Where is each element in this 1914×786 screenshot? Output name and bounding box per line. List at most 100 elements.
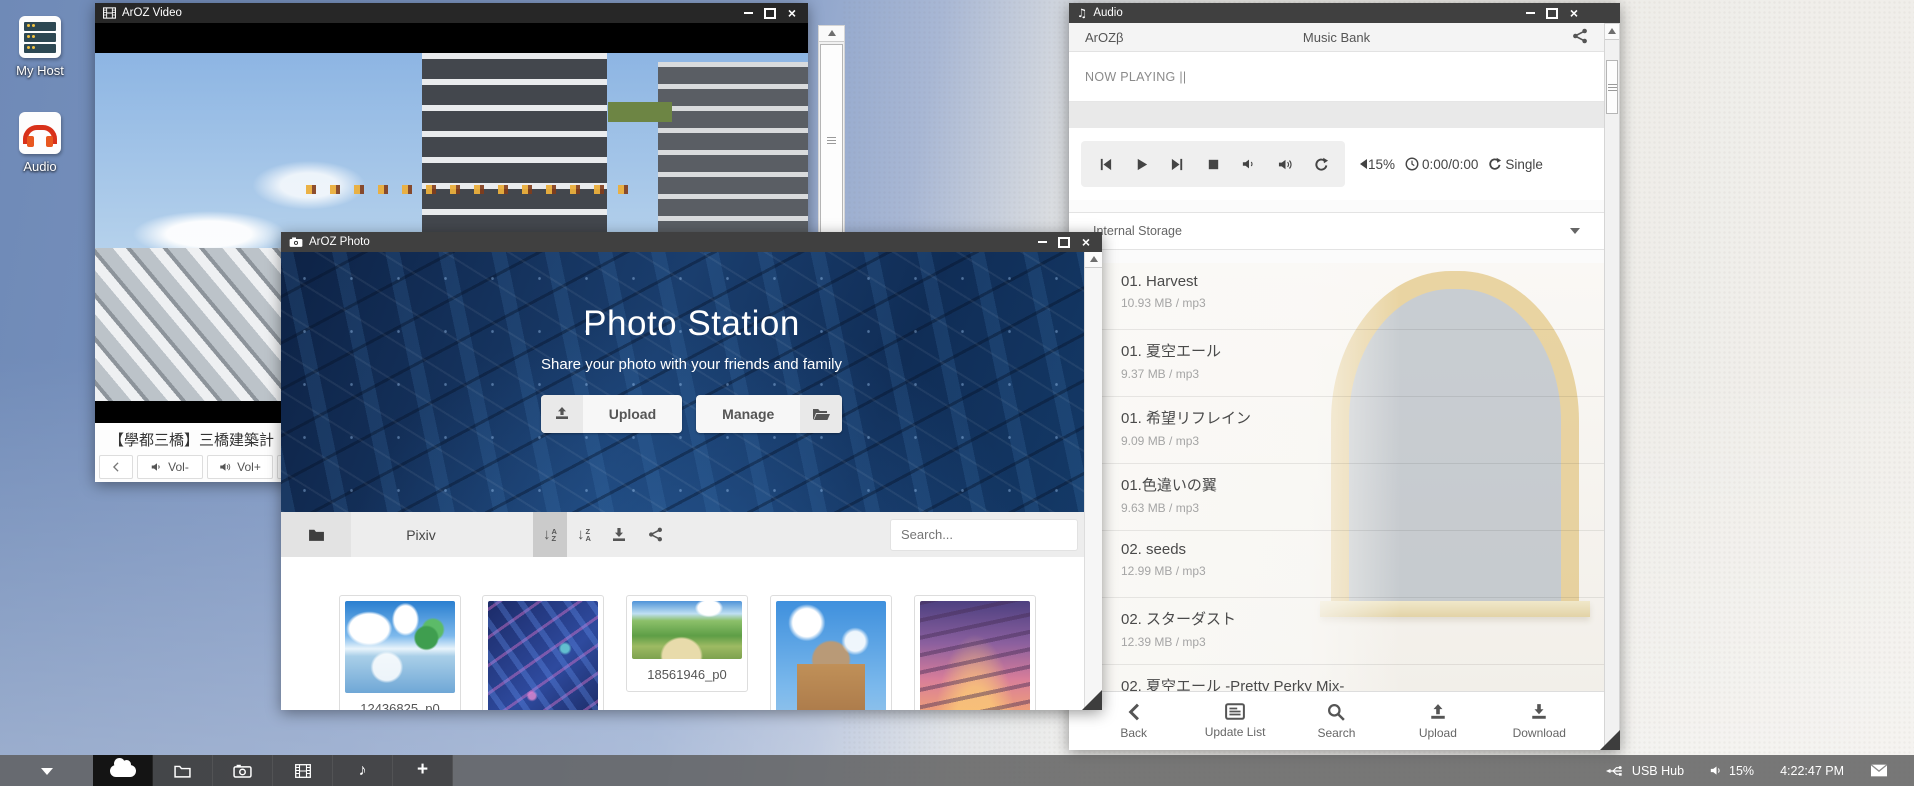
- upload-button[interactable]: Upload: [541, 395, 682, 433]
- desktop-icon-myhost[interactable]: My Host: [3, 16, 77, 78]
- maximize-button[interactable]: [1544, 6, 1560, 20]
- sort-za-button[interactable]: ↓ZA: [567, 512, 601, 557]
- search-icon: [1327, 703, 1345, 721]
- photo-card[interactable]: [914, 595, 1036, 710]
- track-row[interactable]: 01. 夏空エール9.37 MB / mp3: [1069, 330, 1604, 397]
- photo-filename: 18561946_p0: [632, 659, 742, 686]
- photo-window: ArOZ Photo × Photo Station Share your ph…: [281, 232, 1102, 710]
- scroll-up-arrow[interactable]: [1605, 24, 1619, 40]
- audio-window-titlebar[interactable]: ♫ Audio ×: [1069, 3, 1620, 23]
- server-icon: [19, 16, 61, 58]
- share-icon: [1572, 28, 1588, 44]
- minimize-button[interactable]: [1522, 6, 1538, 20]
- window-title: ArOZ Photo: [309, 236, 370, 248]
- album-name: Pixiv: [351, 527, 491, 543]
- volume-down-button[interactable]: [1231, 144, 1267, 184]
- upload-button[interactable]: Upload: [1403, 703, 1473, 740]
- upload-icon: [554, 406, 570, 422]
- play-button[interactable]: [1123, 144, 1159, 184]
- photo-window-scrollbar[interactable]: [1084, 252, 1102, 710]
- volume-up-button[interactable]: Vol+: [207, 455, 273, 479]
- volume-up-button[interactable]: [1267, 144, 1303, 184]
- desktop: My Host Audio ArOZ Video × 【學都三橋】三橋建築計: [0, 0, 1914, 786]
- taskbar-item-music[interactable]: [333, 755, 393, 786]
- scrollbar-thumb[interactable]: [820, 44, 843, 236]
- video-back-button[interactable]: [99, 455, 133, 479]
- scrollbar-thumb[interactable]: [1606, 60, 1618, 114]
- photo-grid: 12436825_p0 18561946_p0: [281, 557, 1085, 710]
- sort-az-button[interactable]: ↓AZ: [533, 512, 567, 557]
- download-icon: [611, 527, 627, 543]
- upload-icon: [1429, 703, 1447, 721]
- next-track-button[interactable]: [1159, 144, 1195, 184]
- chevron-left-icon: [1127, 703, 1141, 721]
- usb-tray-item[interactable]: USB Hub: [1606, 764, 1684, 778]
- speaker-icon: [1710, 764, 1723, 777]
- taskbar-item-files[interactable]: [153, 755, 213, 786]
- photo-thumbnail: [776, 601, 886, 710]
- storage-select[interactable]: Internal Storage: [1069, 212, 1604, 250]
- photo-card[interactable]: 18561946_p0: [626, 595, 748, 692]
- track-row[interactable]: 02. スターダスト12.39 MB / mp3: [1069, 598, 1604, 665]
- close-button[interactable]: ×: [1566, 6, 1582, 20]
- download-button[interactable]: Download: [1504, 703, 1574, 740]
- audio-window-scrollbar[interactable]: [1604, 23, 1620, 750]
- minimize-button[interactable]: [740, 6, 756, 20]
- track-row[interactable]: 02. 夏空エール -Pretty Perky Mix-: [1069, 665, 1604, 692]
- repeat-button[interactable]: [1303, 144, 1339, 184]
- usb-icon: [1606, 764, 1626, 778]
- scroll-up-arrow[interactable]: [1085, 252, 1102, 268]
- video-window-titlebar[interactable]: ArOZ Video ×: [95, 3, 808, 23]
- speaker-high-icon: [219, 461, 232, 473]
- search-box: [890, 519, 1078, 551]
- photo-card[interactable]: 12436825_p0: [339, 595, 461, 710]
- track-row[interactable]: 01.色違いの翼9.63 MB / mp3: [1069, 464, 1604, 531]
- window-title: ArOZ Video: [122, 7, 182, 19]
- update-list-button[interactable]: Update List: [1200, 703, 1270, 739]
- photo-card[interactable]: [770, 595, 892, 710]
- close-button[interactable]: ×: [1078, 235, 1094, 249]
- close-button[interactable]: ×: [784, 6, 800, 20]
- share-button[interactable]: [1572, 28, 1588, 47]
- volume-down-button[interactable]: Vol-: [137, 455, 203, 479]
- messages-tray-item[interactable]: [1870, 764, 1888, 777]
- previous-track-button[interactable]: [1087, 144, 1123, 184]
- system-tray: USB Hub 15% 4:22:47 PM: [1606, 764, 1914, 778]
- envelope-icon: [1870, 764, 1888, 777]
- taskbar-item-add[interactable]: [393, 755, 453, 786]
- share-button[interactable]: [637, 512, 673, 557]
- minimize-button[interactable]: [1034, 235, 1050, 249]
- manage-button[interactable]: Manage: [696, 395, 842, 433]
- track-row[interactable]: 01. 希望リフレイン9.09 MB / mp3: [1069, 397, 1604, 464]
- stop-button[interactable]: [1195, 144, 1231, 184]
- taskbar-collapse-button[interactable]: [0, 755, 93, 786]
- taskbar-item-cloud[interactable]: [93, 755, 153, 786]
- maximize-button[interactable]: [762, 6, 778, 20]
- photo-thumbnail: [920, 601, 1030, 710]
- track-row[interactable]: 01. Harvest10.93 MB / mp3: [1069, 263, 1604, 330]
- search-button[interactable]: Search: [1301, 703, 1371, 740]
- player-controls: [1081, 141, 1345, 187]
- volume-tray-item[interactable]: 15%: [1710, 764, 1754, 778]
- scroll-up-arrow[interactable]: [819, 26, 844, 42]
- volume-indicator: 15%: [1355, 157, 1395, 172]
- volume-up-label: Vol+: [237, 460, 261, 474]
- photo-hero-banner: Photo Station Share your photo with your…: [281, 252, 1102, 512]
- back-button[interactable]: Back: [1099, 703, 1169, 740]
- seek-bar[interactable]: [1069, 102, 1604, 128]
- download-button[interactable]: [601, 512, 637, 557]
- resize-grip[interactable]: [1600, 730, 1620, 750]
- search-input[interactable]: [899, 526, 1079, 543]
- photo-window-titlebar[interactable]: ArOZ Photo ×: [281, 232, 1102, 252]
- chevron-down-icon: [1570, 228, 1580, 239]
- play-mode-toggle[interactable]: Single: [1488, 157, 1543, 172]
- folder-button[interactable]: [281, 512, 351, 557]
- track-row[interactable]: 02. seeds12.99 MB / mp3: [1069, 531, 1604, 598]
- maximize-button[interactable]: [1056, 235, 1072, 249]
- desktop-icon-audio[interactable]: Audio: [3, 112, 77, 174]
- resize-grip[interactable]: [1082, 690, 1102, 710]
- photo-card[interactable]: [482, 595, 604, 710]
- folder-open-icon: [812, 407, 830, 422]
- taskbar-item-photo[interactable]: [213, 755, 273, 786]
- taskbar-item-video[interactable]: [273, 755, 333, 786]
